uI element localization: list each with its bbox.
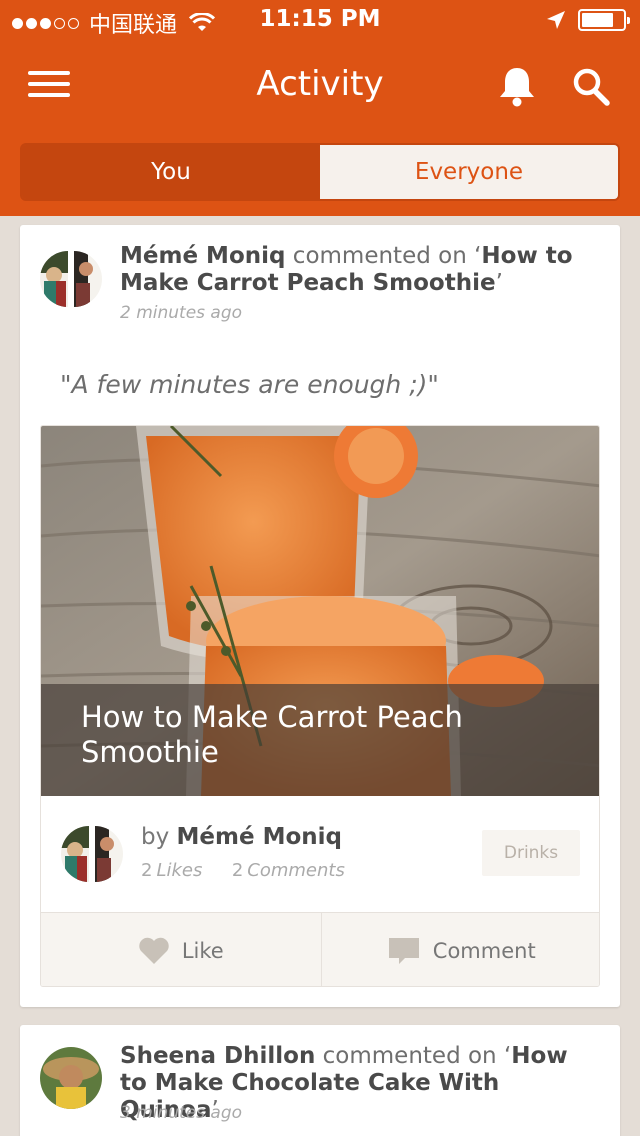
like-button[interactable]: Like — [41, 913, 321, 986]
activity-timestamp: 2 minutes ago — [120, 303, 243, 323]
status-bar: 中国联通 11:15 PM — [0, 0, 640, 40]
menu-icon[interactable] — [28, 68, 70, 100]
activity-user[interactable]: Sheena Dhillon — [120, 1043, 315, 1069]
bell-icon[interactable] — [496, 64, 538, 108]
recipe-author[interactable]: Mémé Moniq — [177, 824, 342, 850]
activity-description: Mémé Moniq commented on ‘How to Make Car… — [120, 243, 590, 297]
location-arrow-icon — [547, 11, 565, 29]
activity-verb: commented on ‘ — [285, 243, 482, 269]
status-time: 11:15 PM — [259, 6, 381, 32]
recipe-title[interactable]: How to Make Carrot Peach Smoothie — [81, 700, 561, 770]
tab-everyone[interactable]: Everyone — [320, 145, 618, 199]
recipe-card[interactable]: How to Make Carrot Peach Smoothie by Mém… — [40, 425, 600, 987]
activity-timestamp: 3 minutes ago — [120, 1103, 243, 1123]
recipe-counts: 2 Likes 2 Comments — [141, 860, 345, 881]
avatar[interactable] — [40, 1047, 102, 1109]
comment-text: "A few minutes are enough ;)" — [60, 370, 439, 399]
comment-bubble-icon — [388, 937, 419, 964]
avatar-right-half — [74, 251, 102, 307]
tab-you[interactable]: You — [22, 145, 320, 199]
comment-button[interactable]: Comment — [320, 913, 600, 986]
page-title: Activity — [256, 64, 384, 104]
comments-count: 2 — [231, 860, 244, 881]
comments-label: Comments — [247, 860, 345, 881]
activity-card: Sheena Dhillon commented on ‘How to Make… — [20, 1025, 620, 1136]
recipe-author-line: by Mémé Moniq — [141, 824, 342, 850]
avatar-left-half — [40, 251, 68, 307]
activity-quote-close: ’ — [495, 270, 503, 296]
by-prefix: by — [141, 824, 177, 850]
avatar-right-half — [95, 826, 123, 882]
search-icon[interactable] — [570, 64, 612, 108]
recipe-actions: Like Comment — [41, 912, 600, 986]
heart-icon — [139, 937, 169, 964]
likes-count: 2 — [141, 860, 153, 881]
activity-verb: commented on ‘ — [315, 1043, 512, 1069]
recipe-meta: by Mémé Moniq 2 Likes 2 Comments Drinks — [41, 796, 599, 912]
avatar-left-half — [61, 826, 89, 882]
category-tag[interactable]: Drinks — [482, 830, 580, 876]
comment-label: Comment — [432, 938, 536, 963]
avatar[interactable] — [40, 251, 102, 307]
status-bar-right — [546, 9, 630, 31]
author-avatar[interactable] — [61, 826, 123, 882]
activity-card: Mémé Moniq commented on ‘ How to Make Car… — [20, 225, 620, 1007]
nav-bar: Activity You Everyone — [0, 40, 640, 216]
activity-filter-tabs: You Everyone — [20, 143, 620, 201]
activity-user[interactable]: Mémé Moniq — [120, 243, 285, 269]
likes-label: Likes — [156, 860, 203, 881]
battery-icon — [578, 9, 630, 31]
like-label: Like — [181, 938, 224, 963]
